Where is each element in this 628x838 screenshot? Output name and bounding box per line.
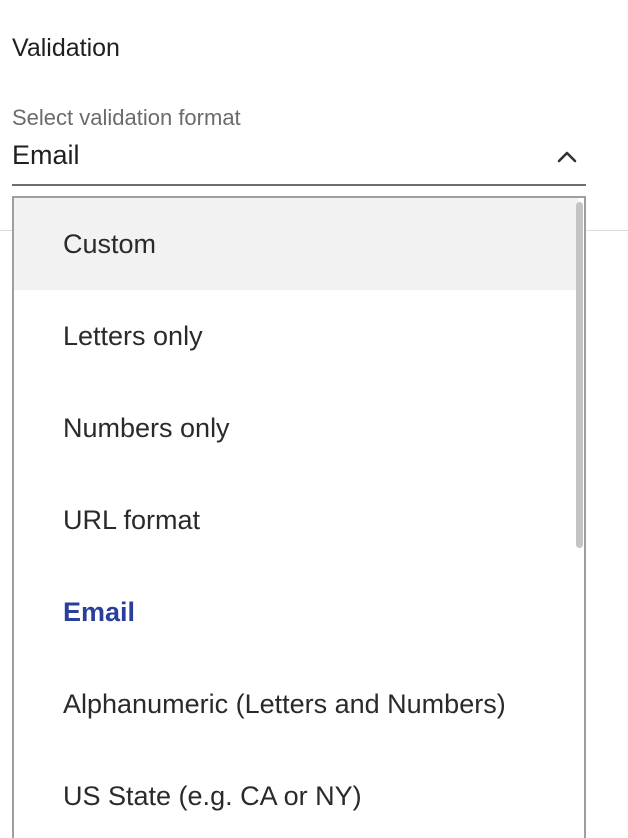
validation-panel: Validation Select validation format Emai… <box>0 0 628 838</box>
section-title: Validation <box>12 34 120 62</box>
validation-format-select[interactable]: Select validation format Email <box>12 100 586 186</box>
option-letters-only[interactable]: Letters only <box>14 290 578 382</box>
option-alphanumeric[interactable]: Alphanumeric (Letters and Numbers) <box>14 658 578 750</box>
validation-format-listbox: Custom Letters only Numbers only URL for… <box>12 196 586 838</box>
select-label: Select validation format <box>12 105 241 130</box>
dropdown-scrollbar[interactable] <box>574 198 584 838</box>
option-email[interactable]: Email <box>14 566 578 658</box>
option-us-state[interactable]: US State (e.g. CA or NY) <box>14 750 578 838</box>
chevron-up-icon[interactable] <box>556 146 578 168</box>
option-numbers-only[interactable]: Numbers only <box>14 382 578 474</box>
select-value: Email <box>12 140 80 170</box>
option-url-format[interactable]: URL format <box>14 474 578 566</box>
option-custom[interactable]: Custom <box>14 198 578 290</box>
scrollbar-thumb[interactable] <box>576 202 583 548</box>
